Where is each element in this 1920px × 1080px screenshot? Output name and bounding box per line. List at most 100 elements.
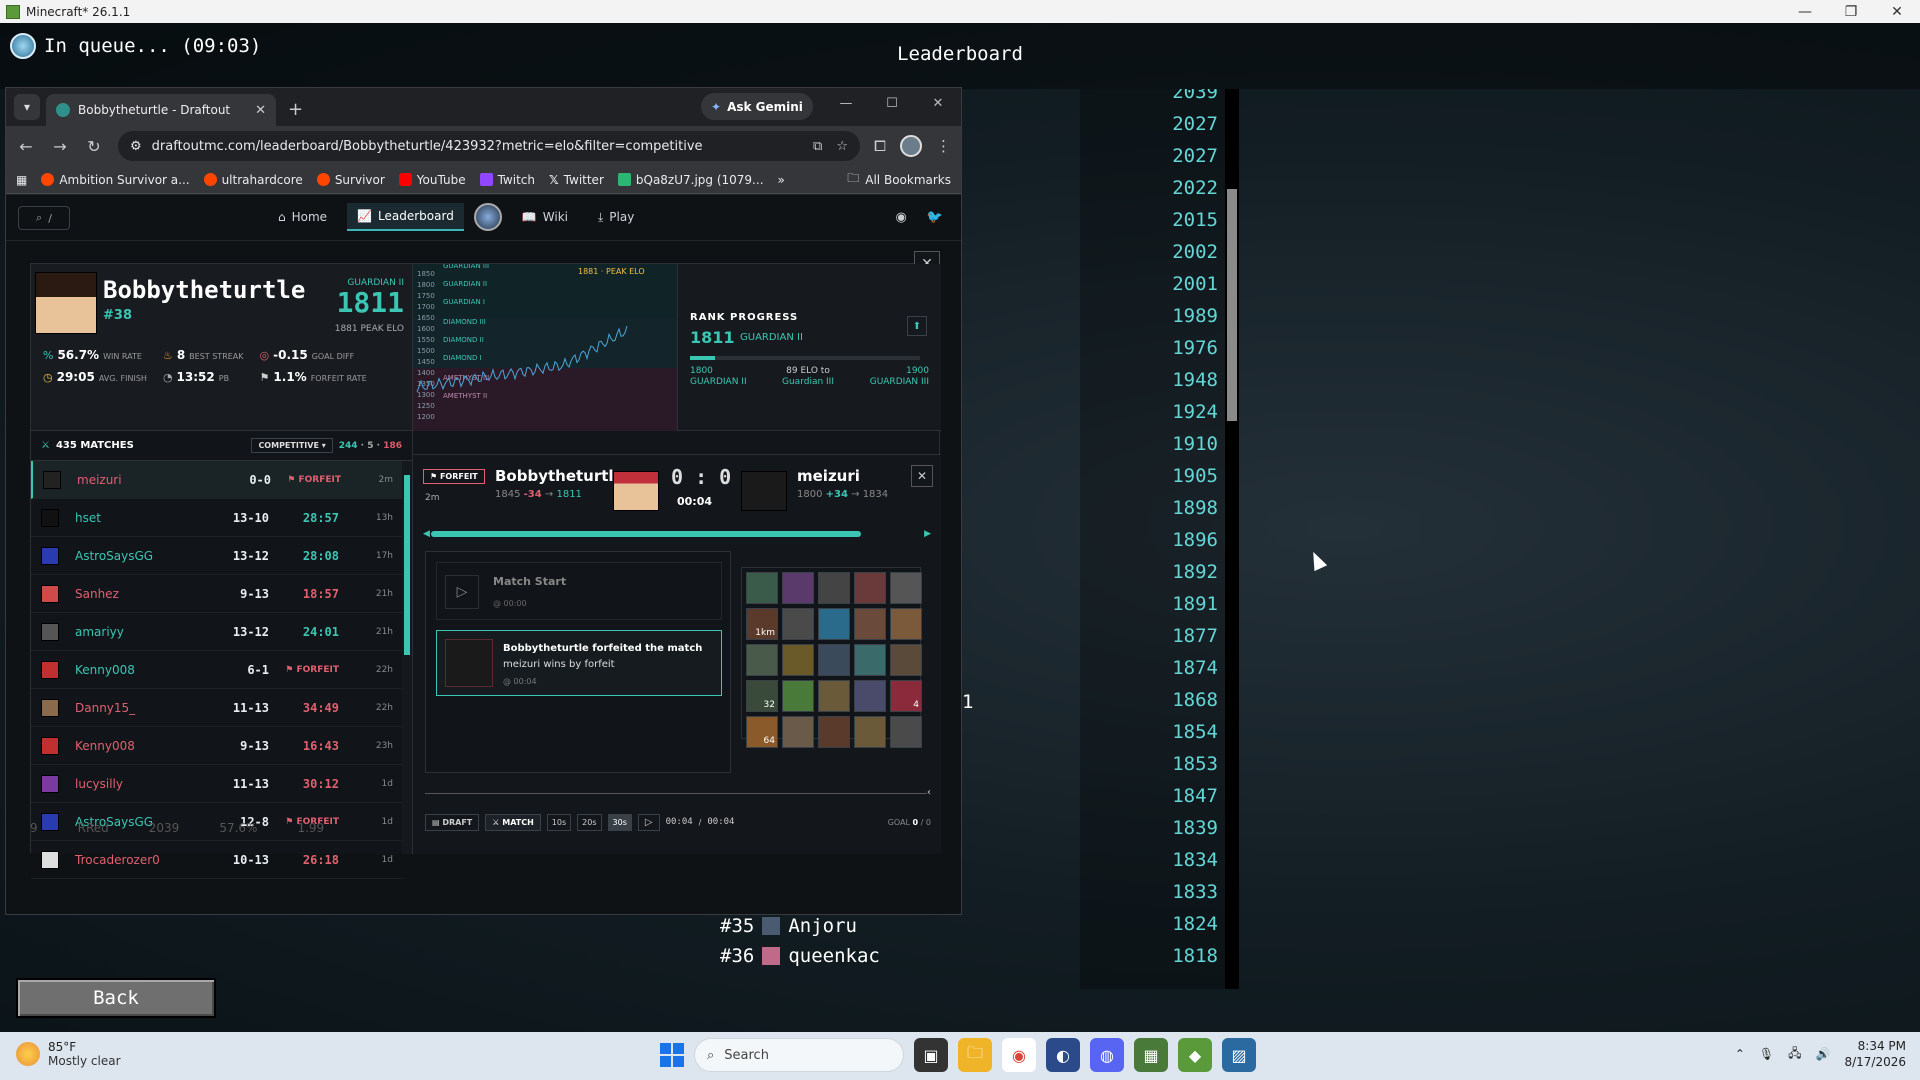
browser-tab[interactable]: Bobbytheturtle - Draftout ✕ xyxy=(46,94,276,126)
tab-close-icon[interactable]: ✕ xyxy=(255,103,266,118)
microphone-icon[interactable]: 🎙 xyxy=(1759,1047,1774,1061)
match-row[interactable]: lucysilly 11-13 30:12 1d xyxy=(31,765,403,803)
nav-leaderboard[interactable]: 📈 Leaderboard xyxy=(347,203,464,231)
bookmark-star-icon[interactable]: ☆ xyxy=(836,139,848,154)
inventory-slot[interactable] xyxy=(746,572,778,604)
ask-gemini-button[interactable]: ✦ Ask Gemini xyxy=(701,93,813,120)
minecraft-icon[interactable]: ◆ xyxy=(1178,1038,1212,1072)
inventory-slot[interactable]: 4 xyxy=(890,680,922,712)
apps-grid-icon[interactable]: ▦ xyxy=(16,173,27,187)
match-row[interactable]: Kenny008 6-1 ⚑ FORFEIT 22h xyxy=(31,651,403,689)
match-row[interactable]: amariyy 13-12 24:01 21h xyxy=(31,613,403,651)
network-icon[interactable]: 🖧 xyxy=(1788,1044,1801,1065)
speed-30s-button[interactable]: 30s xyxy=(607,813,632,831)
inventory-slot[interactable] xyxy=(854,572,886,604)
discord-icon[interactable]: ◍ xyxy=(1090,1038,1124,1072)
inventory-slot[interactable] xyxy=(854,716,886,748)
inventory-slot[interactable] xyxy=(782,608,814,640)
bookmark-item[interactable]: Ambition Survivor a... xyxy=(41,173,190,187)
bookmark-item[interactable]: 𝕏 Twitter xyxy=(549,173,604,187)
start-button[interactable] xyxy=(660,1043,684,1067)
weather-widget[interactable]: 85°F Mostly clear xyxy=(16,1040,121,1068)
bookmark-item[interactable]: Survivor xyxy=(316,173,385,187)
elo-history-chart[interactable]: 1850 1800 1750 1700 1650 1600 1550 1500 1450 1400… xyxy=(413,264,678,431)
player1-name[interactable]: Bobbytheturtle xyxy=(495,467,624,485)
play-button[interactable]: ▷ xyxy=(637,813,660,831)
volume-icon[interactable]: 🔊 xyxy=(1816,1047,1831,1061)
file-explorer-icon[interactable]: 🗀 xyxy=(958,1038,992,1072)
browser-maximize-button[interactable]: ☐ xyxy=(869,96,915,111)
back-button[interactable]: Back xyxy=(16,978,216,1018)
browser-close-button[interactable]: ✕ xyxy=(915,96,961,111)
reload-icon[interactable]: ↻ xyxy=(84,137,104,156)
leaderboard-row[interactable]: #36 queenkac xyxy=(720,945,880,967)
inventory-slot[interactable] xyxy=(854,608,886,640)
chrome-icon[interactable]: ◉ xyxy=(1002,1038,1036,1072)
timeline-prev-icon[interactable]: ◀ xyxy=(423,529,430,539)
bookmark-item[interactable]: Twitch xyxy=(479,173,535,187)
mode-match-button[interactable]: ⚔ MATCH xyxy=(485,813,541,831)
speed-10s-button[interactable]: 10s xyxy=(546,813,572,831)
minecraft-launcher-icon[interactable]: ▦ xyxy=(1134,1038,1168,1072)
inventory-slot[interactable] xyxy=(818,716,850,748)
inventory-slot[interactable]: 64 xyxy=(746,716,778,748)
replay-scrubber[interactable]: ‹ xyxy=(425,787,931,798)
taskbar-search[interactable]: ⌕ Search xyxy=(694,1038,904,1072)
task-view-icon[interactable]: ▣ xyxy=(914,1038,948,1072)
menu-dots-icon[interactable]: ⋮ xyxy=(936,137,951,155)
close-button[interactable]: ✕ xyxy=(1874,4,1920,20)
extensions-icon[interactable]: ⧠ xyxy=(874,137,886,155)
bookmark-item[interactable]: YouTube xyxy=(398,173,466,187)
inventory-slot[interactable] xyxy=(782,680,814,712)
event-match-start[interactable]: ▷ Match Start @ 00:00 xyxy=(436,562,722,620)
player2-name[interactable]: meizuri xyxy=(797,467,860,485)
clock[interactable]: 8:34 PM 8/17/2026 xyxy=(1844,1038,1906,1070)
match-timeline[interactable]: ◀ ▶ xyxy=(423,529,931,539)
match-row[interactable]: Trocaderozer0 10-13 26:18 1d xyxy=(31,841,403,879)
inventory-slot[interactable] xyxy=(782,716,814,748)
inventory-slot[interactable]: 32 xyxy=(746,680,778,712)
speed-20s-button[interactable]: 20s xyxy=(577,813,602,831)
inventory-slot[interactable] xyxy=(854,680,886,712)
inventory-slot[interactable] xyxy=(890,716,922,748)
inventory-slot[interactable] xyxy=(854,644,886,676)
match-list-scrollbar[interactable] xyxy=(402,461,412,854)
inventory-slot[interactable] xyxy=(890,608,922,640)
inventory-slot[interactable] xyxy=(818,608,850,640)
photos-icon[interactable]: ▨ xyxy=(1222,1038,1256,1072)
maximize-button[interactable]: ❐ xyxy=(1828,4,1874,20)
inventory-slot[interactable] xyxy=(782,572,814,604)
site-search-button[interactable]: ⌕ / xyxy=(18,206,70,230)
chevron-up-icon[interactable]: ⌃ xyxy=(1735,1047,1745,1061)
site-info-icon[interactable]: ⚙ xyxy=(130,139,142,154)
profile-avatar-icon[interactable] xyxy=(900,135,922,157)
timeline-next-icon[interactable]: ▶ xyxy=(924,529,931,539)
back-arrow-icon[interactable]: ← xyxy=(16,137,36,156)
new-tab-button[interactable]: + xyxy=(288,99,303,120)
discord-icon[interactable]: ◉ xyxy=(895,210,906,225)
filter-dropdown[interactable]: COMPETITIVE ▾ xyxy=(251,438,333,453)
detail-close-button[interactable]: ✕ xyxy=(911,465,933,487)
inventory-slot[interactable] xyxy=(890,572,922,604)
bookmark-item[interactable]: bQa8zU7.jpg (1079... xyxy=(617,173,764,187)
minimize-button[interactable]: — xyxy=(1782,4,1828,20)
inventory-slot[interactable] xyxy=(818,680,850,712)
browser-minimize-button[interactable]: — xyxy=(823,96,869,111)
match-row[interactable]: AstroSaysGG 13-12 28:08 17h xyxy=(31,537,403,575)
match-scroll-thumb[interactable] xyxy=(404,475,410,655)
tab-search-button[interactable]: ▾ xyxy=(14,94,40,120)
match-row[interactable]: Sanhez 9-13 18:57 21h xyxy=(31,575,403,613)
app-icon[interactable]: ◐ xyxy=(1046,1038,1080,1072)
nav-home[interactable]: ⌂ Home xyxy=(268,204,337,230)
inventory-slot[interactable] xyxy=(782,644,814,676)
match-row[interactable]: hset 13-10 28:57 13h xyxy=(31,499,403,537)
twitter-icon[interactable]: 🐦 xyxy=(927,210,943,225)
scrollbar-thumb[interactable] xyxy=(1227,189,1237,421)
match-row[interactable]: meizuri 0-0 ⚑ FORFEIT 2m xyxy=(31,461,403,499)
inventory-slot[interactable] xyxy=(818,644,850,676)
match-row[interactable]: Kenny008 9-13 16:43 23h xyxy=(31,727,403,765)
more-bookmarks-chevron-icon[interactable]: » xyxy=(778,173,785,187)
address-bar[interactable]: ⚙ draftoutmc.com/leaderboard/Bobbythetur… xyxy=(118,131,860,161)
leaderboard-row[interactable]: #35 Anjoru xyxy=(720,915,857,937)
nav-play[interactable]: ⤓ Play xyxy=(588,204,644,231)
